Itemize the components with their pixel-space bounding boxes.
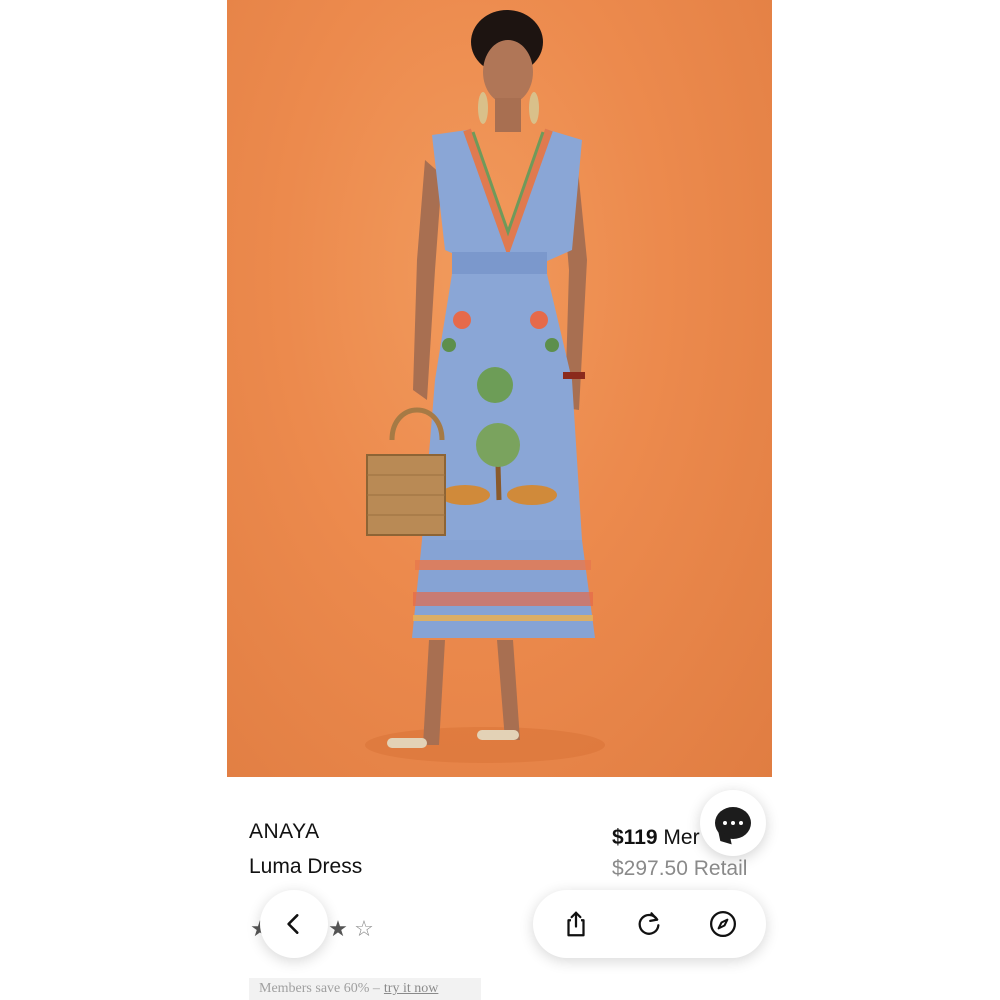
member-price-amount: $119 xyxy=(612,826,658,849)
product-image[interactable] xyxy=(227,0,772,777)
member-price-label: Mer xyxy=(663,826,700,849)
chat-bubble-icon xyxy=(715,807,751,839)
promo-link[interactable]: try it now xyxy=(384,981,438,997)
reload-icon xyxy=(639,912,660,935)
compass-icon xyxy=(710,911,737,937)
member-price: $119 Mer xyxy=(612,826,700,850)
star-filled-icon: ★ xyxy=(328,916,348,941)
product-detail-screen: ANAYA Luma Dress $119 Mer $297.50 Retail… xyxy=(0,0,1000,1000)
reload-button[interactable] xyxy=(627,902,671,946)
browser-toolbar xyxy=(533,890,766,958)
back-button[interactable] xyxy=(260,890,328,958)
promo-text: Members save 60% – xyxy=(259,981,380,996)
compass-button[interactable] xyxy=(701,902,745,946)
brand-name[interactable]: ANAYA xyxy=(249,820,320,844)
chevron-left-icon xyxy=(287,914,299,934)
chat-button[interactable] xyxy=(700,790,766,856)
share-icon xyxy=(567,911,585,937)
share-button[interactable] xyxy=(554,902,598,946)
membership-promo: Members save 60% – try it now xyxy=(249,978,481,1000)
product-name: Luma Dress xyxy=(249,855,363,878)
star-empty-icon: ☆ xyxy=(354,916,374,941)
model-illustration xyxy=(365,10,605,763)
retail-price: $297.50 Retail xyxy=(612,857,748,880)
